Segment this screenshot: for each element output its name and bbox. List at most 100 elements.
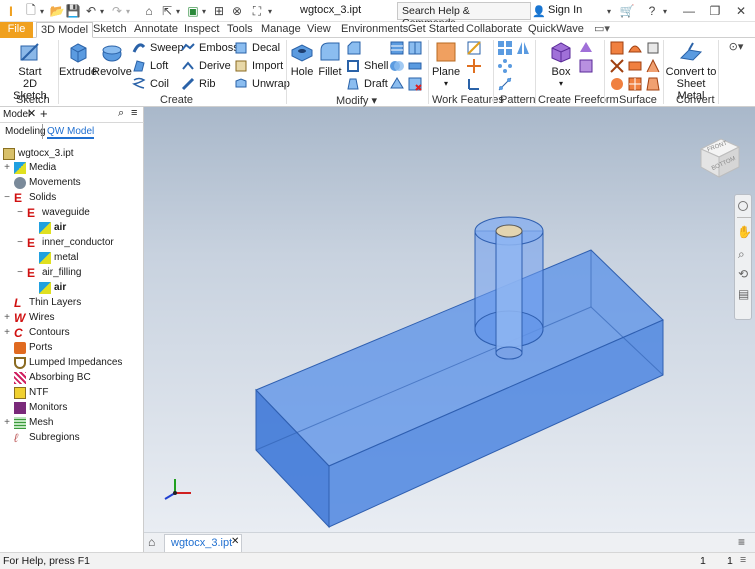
delete-face-icon[interactable] (407, 76, 423, 92)
expand-icon[interactable]: + (3, 162, 11, 173)
panel-menu-icon[interactable]: ≡ (131, 107, 137, 119)
undo-icon[interactable]: ↶ (84, 3, 98, 19)
plane-dropdown-icon[interactable]: ▾ (444, 78, 448, 90)
look-at-icon[interactable]: ▤ (738, 287, 749, 301)
freeform-convert-icon[interactable] (578, 58, 594, 74)
derive-button[interactable]: Derive (181, 58, 231, 74)
import-button[interactable]: Import (234, 58, 283, 74)
cart-icon[interactable]: 🛒 (620, 3, 635, 19)
graphics-viewport[interactable]: FRONT BOTTOM ✋ ⌕ ⟲ ▤ (144, 107, 755, 532)
tree-item-ports[interactable]: Ports (14, 340, 52, 355)
emboss-button[interactable]: Emboss (181, 40, 239, 56)
search-input[interactable]: Search Help & Commands... (397, 2, 531, 29)
tab-3d-model[interactable]: 3D Model (36, 22, 94, 38)
thicken-icon[interactable] (407, 58, 423, 74)
tab-manage[interactable]: Manage (257, 22, 305, 38)
home-icon[interactable]: ⌂ (142, 3, 156, 19)
tree-item-subregions[interactable]: ℓ Subregions (14, 430, 80, 445)
ruled-surface-icon[interactable] (645, 58, 661, 74)
tree-item-mesh[interactable]: + Mesh (4, 415, 53, 430)
expand-icon[interactable]: + (3, 312, 11, 323)
orbit-icon[interactable]: ⟲ (738, 267, 748, 281)
document-tab-close-icon[interactable]: ✕ (231, 536, 239, 547)
signin-dropdown-icon[interactable]: ▾ (604, 3, 614, 19)
select-icon[interactable]: ⇱ (160, 3, 174, 19)
sign-in-link[interactable]: Sign In (548, 4, 582, 16)
tree-root[interactable]: wgtocx_3.ipt (3, 146, 74, 161)
inner-conductor-cylinder[interactable] (495, 224, 523, 360)
fit-mesh-icon[interactable] (627, 76, 643, 92)
open-icon[interactable]: 📂 (50, 3, 65, 19)
tab-collaborate[interactable]: Collaborate (462, 22, 526, 38)
new-file-icon[interactable]: 🗋 (24, 3, 38, 19)
chamfer-icon[interactable] (346, 40, 362, 56)
split-icon[interactable] (407, 40, 423, 56)
revolve-button[interactable]: Revolve (92, 40, 132, 78)
face-draft-icon[interactable] (645, 76, 661, 92)
shell-button[interactable]: Shell (346, 58, 388, 74)
tree-item-contours[interactable]: + C Contours (4, 325, 70, 340)
loft-button[interactable]: Loft (132, 58, 168, 74)
start-2d-sketch-button[interactable]: Start 2D Sketch (8, 40, 52, 102)
collapse-icon[interactable]: − (16, 207, 24, 218)
steering-wheel-icon[interactable] (738, 201, 748, 211)
tree-item-ntf[interactable]: NTF (14, 385, 48, 400)
redo-icon[interactable]: ↷ (110, 3, 124, 19)
select-dropdown-icon[interactable]: ▾ (174, 3, 182, 19)
pan-icon[interactable]: ✋ (737, 225, 752, 239)
box-button[interactable]: Box ▾ (546, 40, 576, 90)
ribbon-minimize-icon[interactable]: ⊙▾ (724, 40, 748, 56)
tree-item-movements[interactable]: Movements (14, 175, 81, 190)
collapse-icon[interactable]: − (3, 192, 11, 203)
combine-icon[interactable] (389, 58, 405, 74)
window-close-icon[interactable]: ✕ (734, 3, 748, 19)
extrude-button[interactable]: Extrude (59, 40, 97, 78)
collapse-icon[interactable]: − (16, 267, 24, 278)
sweep-button[interactable]: Sweep (132, 40, 184, 56)
tab-annotate[interactable]: Annotate (130, 22, 182, 38)
trim-icon[interactable] (609, 58, 625, 74)
tree-item-air-filling[interactable]: − Eair_filling (17, 265, 81, 280)
help-icon[interactable]: ? (645, 3, 659, 19)
draft-button[interactable]: Draft (346, 76, 388, 92)
tab-tools[interactable]: Tools (223, 22, 257, 38)
decal-button[interactable]: Decal (234, 40, 280, 56)
mirror-icon[interactable] (515, 40, 531, 56)
ribbon-options-icon[interactable]: ▭▾ (590, 22, 614, 38)
tab-environments[interactable]: Environments (337, 22, 412, 38)
rectangular-pattern-icon[interactable] (497, 40, 513, 56)
stitch-icon[interactable] (609, 40, 625, 56)
status-menu-icon[interactable]: ≡ (740, 554, 746, 566)
waveguide-solid[interactable] (255, 249, 664, 529)
panel-add-icon[interactable]: + (40, 106, 48, 121)
redo-dropdown-icon[interactable]: ▾ (124, 3, 132, 19)
axis-icon[interactable] (466, 40, 482, 56)
home-tab-icon[interactable]: ⌂ (148, 535, 155, 549)
tab-quickwave[interactable]: QuickWave (524, 22, 588, 38)
replace-face-icon[interactable] (389, 76, 405, 92)
convert-to-sheet-metal-button[interactable]: Convert to Sheet Metal (665, 40, 717, 102)
tab-qw-model[interactable]: QW Model (47, 126, 95, 139)
tree-item-air-filling-media[interactable]: air (39, 280, 66, 295)
tree-item-waveguide[interactable]: − Ewaveguide (17, 205, 90, 220)
view-cube[interactable]: FRONT BOTTOM (697, 135, 741, 179)
rib-button[interactable]: Rib (181, 76, 216, 92)
tree-item-air-media[interactable]: air (39, 220, 66, 235)
sculpt-icon[interactable] (627, 40, 643, 56)
close-icon[interactable]: ⊗ (230, 3, 244, 19)
tree-item-monitors[interactable]: Monitors (14, 400, 67, 415)
tab-file[interactable]: File (0, 22, 33, 38)
freeform-edit-icon[interactable] (578, 40, 594, 56)
app-logo-icon[interactable]: I (4, 3, 18, 19)
tree-item-lumped-impedances[interactable]: Lumped Impedances (14, 355, 122, 370)
unwrap-button[interactable]: Unwrap (234, 76, 290, 92)
repair-icon[interactable] (609, 76, 625, 92)
undo-dropdown-icon[interactable]: ▾ (98, 3, 106, 19)
tree-item-thin-layers[interactable]: L Thin Layers (14, 295, 81, 310)
update-dropdown-icon[interactable]: ▾ (200, 3, 208, 19)
expand-icon[interactable]: + (3, 417, 11, 428)
tree-item-wires[interactable]: + W Wires (4, 310, 54, 325)
collapse-icon[interactable]: − (16, 237, 24, 248)
expand-icon[interactable]: + (3, 327, 11, 338)
tab-inspect[interactable]: Inspect (180, 22, 223, 38)
